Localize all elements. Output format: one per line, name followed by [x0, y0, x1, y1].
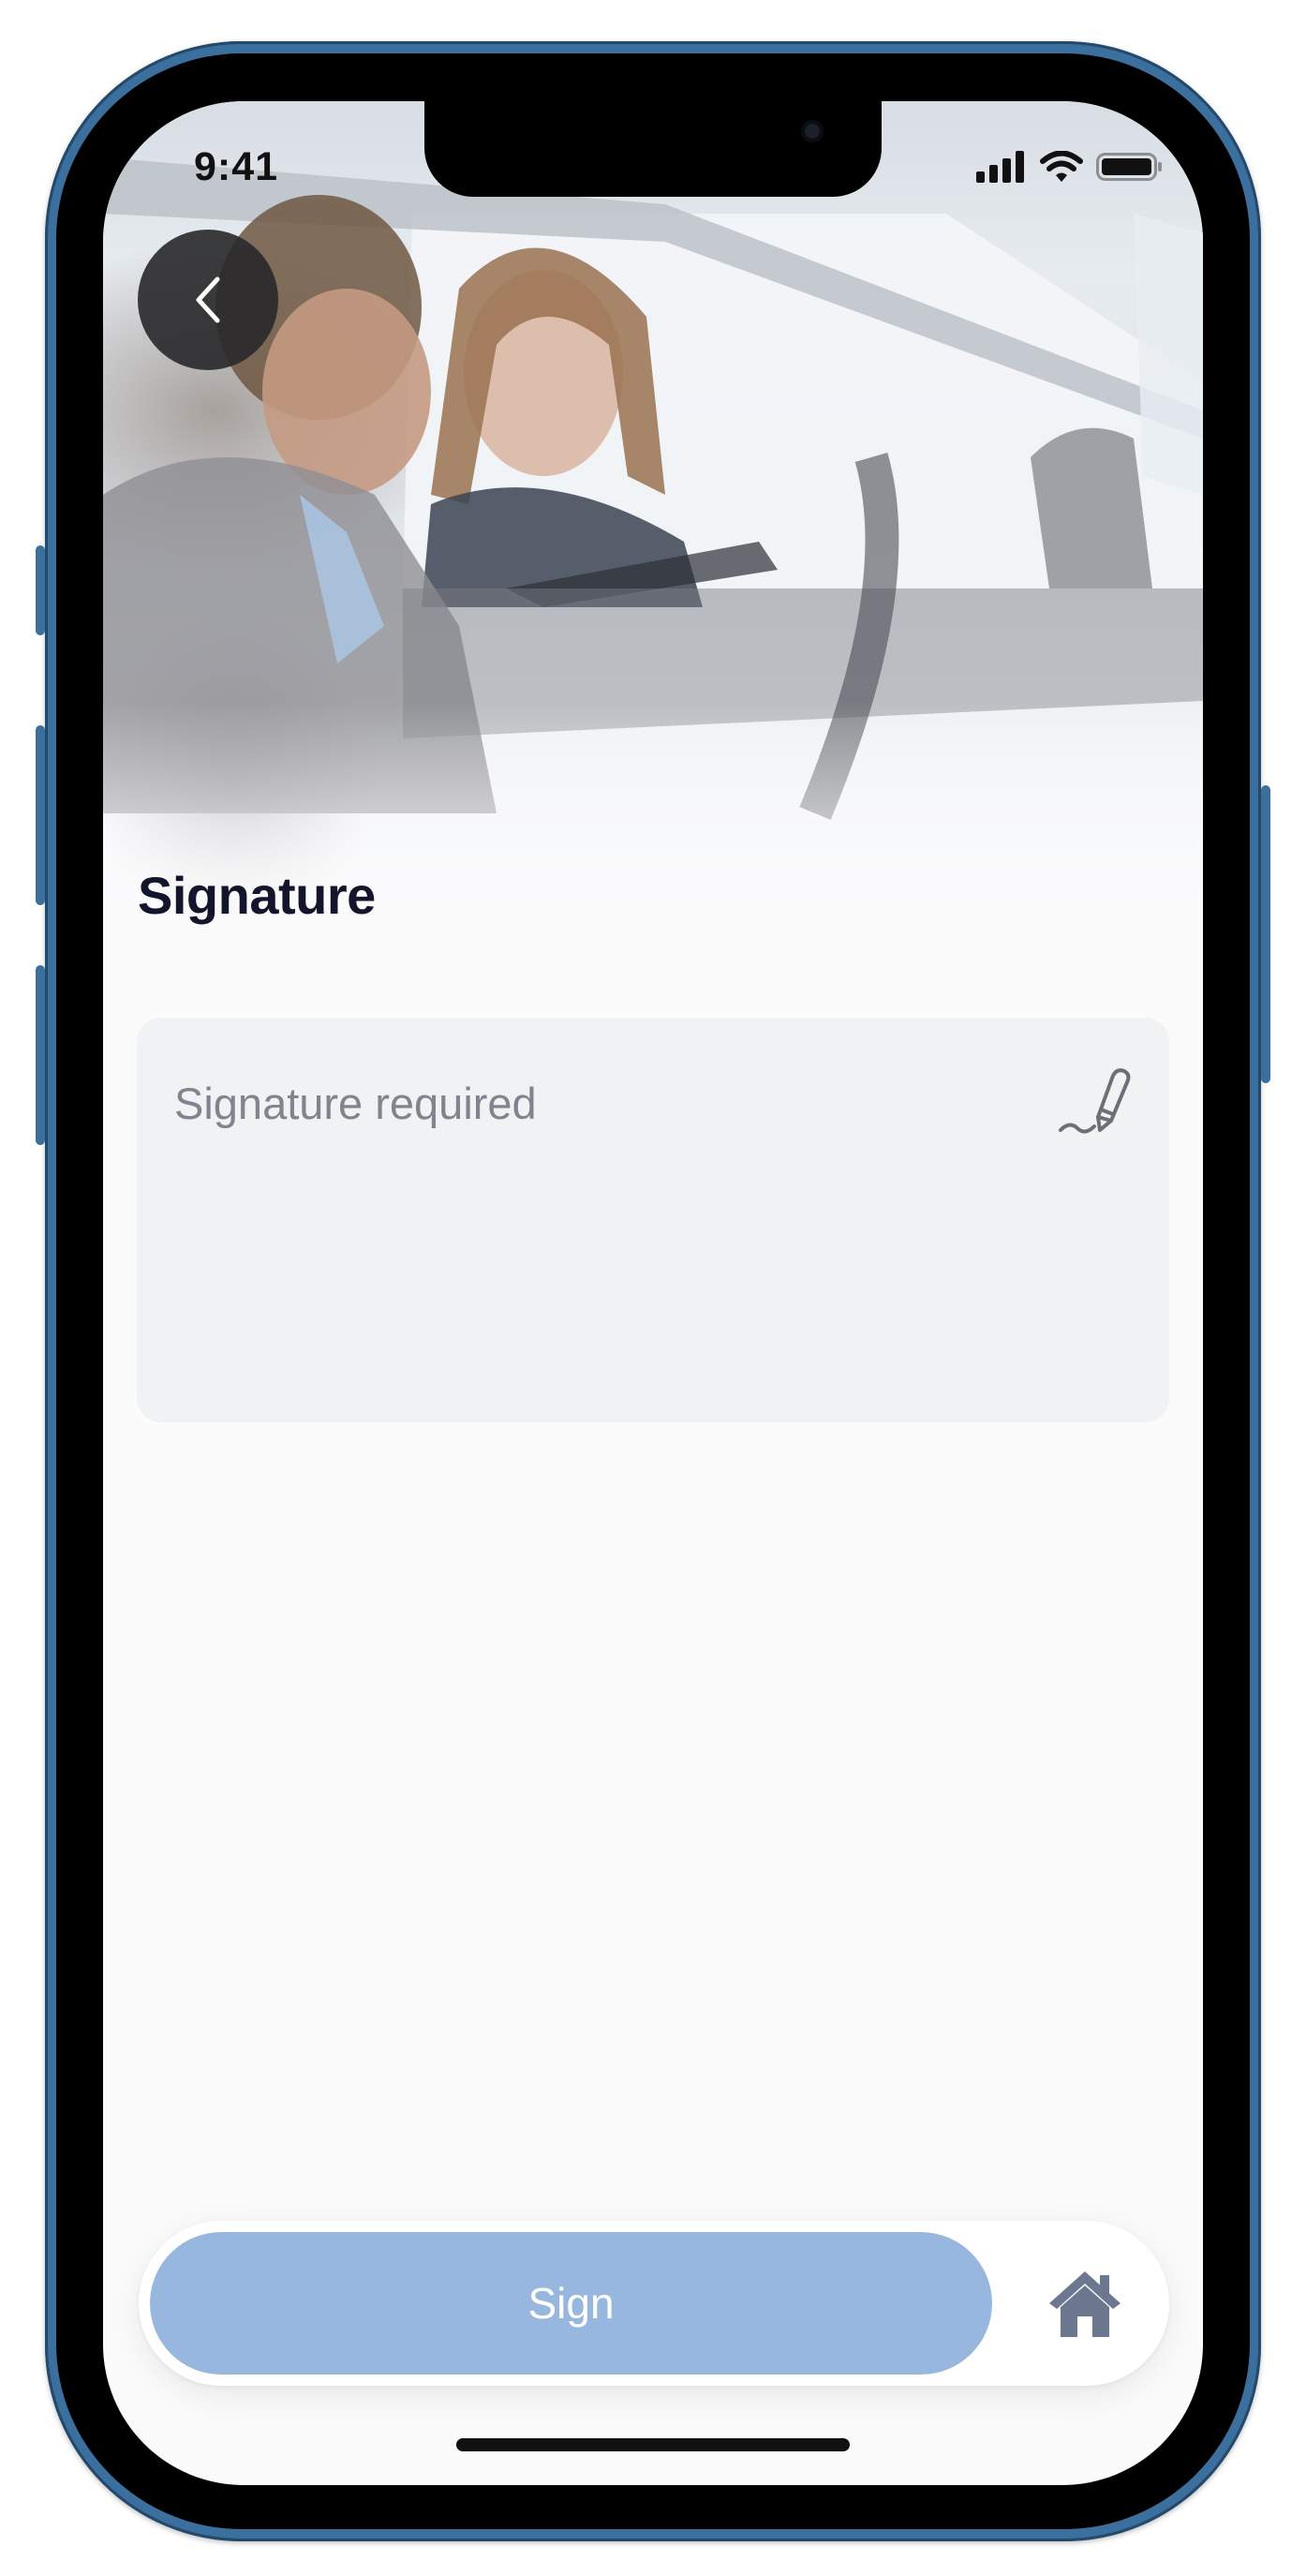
- page-title: Signature: [138, 866, 376, 925]
- signature-pen-icon: [1059, 1068, 1131, 1134]
- home-icon: [1049, 2271, 1120, 2337]
- header-photo: [103, 101, 1203, 982]
- back-button[interactable]: [138, 230, 278, 370]
- signature-pad[interactable]: Signature required: [137, 1018, 1169, 1422]
- app-screen: 9:41 Signature Signature required Sign: [103, 101, 1203, 2485]
- volume-up-button: [36, 725, 45, 905]
- home-button[interactable]: [1040, 2258, 1130, 2348]
- cellular-signal-icon: [976, 151, 1024, 183]
- battery-icon: [1096, 153, 1162, 181]
- wifi-icon: [1040, 151, 1083, 182]
- volume-down-button: [36, 965, 45, 1145]
- status-icons: [976, 150, 1164, 184]
- bottom-action-bar: Sign: [139, 2221, 1169, 2386]
- mute-switch: [36, 545, 45, 635]
- signature-placeholder: Signature required: [174, 1079, 537, 1128]
- power-button: [1261, 785, 1270, 1083]
- front-camera: [801, 120, 824, 142]
- status-bar: 9:41: [103, 101, 1203, 214]
- status-time: 9:41: [194, 144, 279, 189]
- chevron-left-icon: [196, 276, 220, 323]
- sign-button[interactable]: Sign: [150, 2232, 992, 2375]
- home-indicator: [456, 2438, 850, 2451]
- photo-fade: [103, 701, 1203, 982]
- notch: [424, 101, 882, 197]
